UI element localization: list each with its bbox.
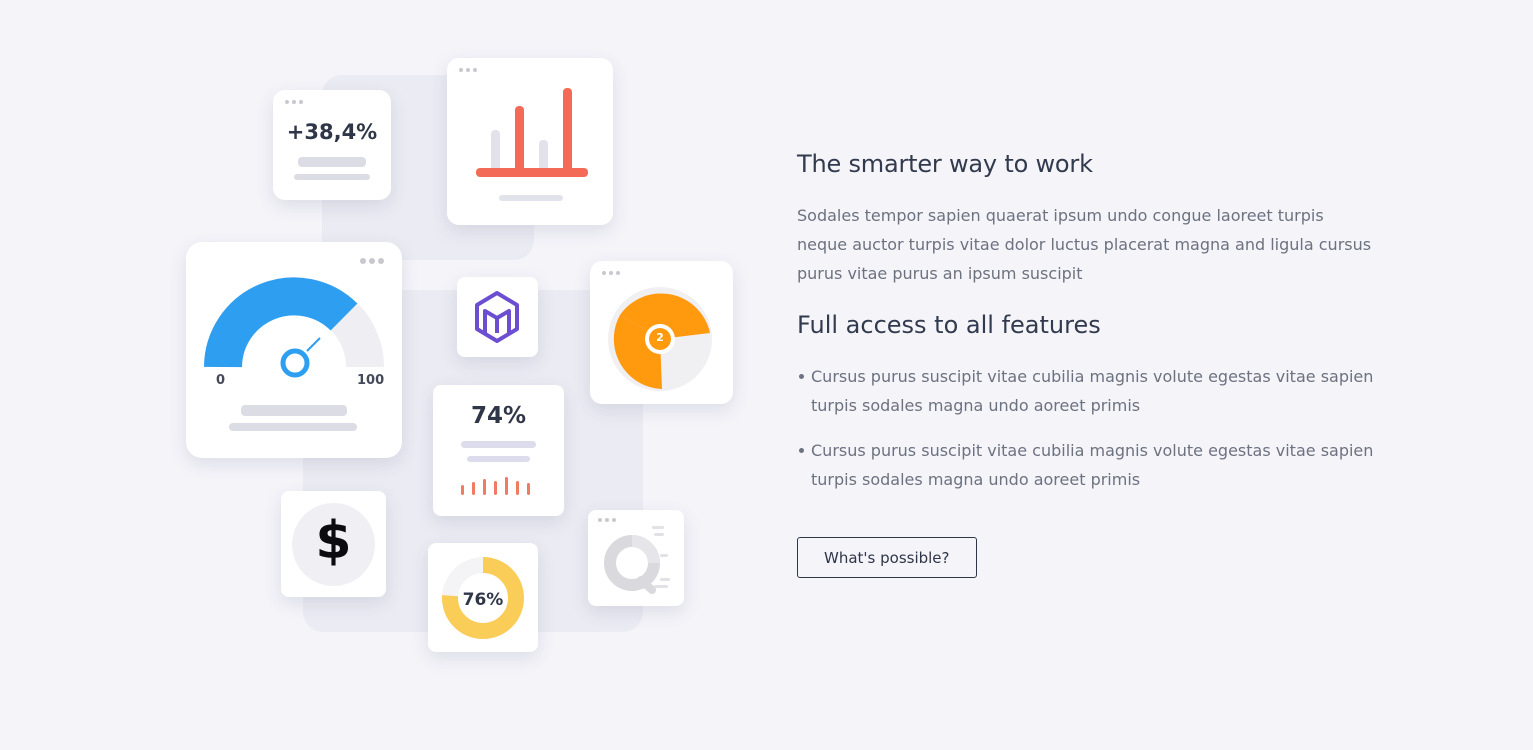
bar-chart-card	[447, 58, 613, 225]
features-heading: Full access to all features	[797, 311, 1101, 339]
intro-paragraph: Sodales tempor sapien quaerat ipsum undo…	[797, 206, 1372, 283]
bar-chart-icon	[476, 88, 588, 201]
list-item: Cursus purus suscipit vitae cubilia magn…	[799, 436, 1377, 494]
currency-card: $	[281, 491, 386, 597]
donut-percent-label: 76%	[462, 590, 504, 610]
cube-logo-icon	[475, 291, 519, 343]
percent-stat-card: 74%	[433, 385, 564, 516]
gauge-max-label: 100	[357, 373, 385, 388]
mini-bars-icon	[461, 477, 530, 495]
pie-chart-card: 2	[590, 261, 733, 404]
placeholder-line	[294, 174, 370, 180]
gauge-min-label: 0	[216, 373, 226, 388]
placeholder-line	[298, 157, 366, 167]
feature-content: The smarter way to work Sodales tempor s…	[797, 150, 1377, 578]
card-menu-dots	[285, 100, 303, 104]
section-heading: The smarter way to work	[797, 150, 1093, 178]
ring-chart-icon	[604, 526, 670, 594]
growth-stat-card: +38,4%	[273, 90, 391, 200]
logo-card	[457, 277, 538, 357]
placeholder-line	[229, 423, 357, 431]
whats-possible-button[interactable]: What's possible?	[797, 537, 977, 578]
list-item: Cursus purus suscipit vitae cubilia magn…	[799, 362, 1377, 420]
pie-badge-label: 2	[656, 331, 664, 344]
dashboard-illustration: +38,4% 0 100 2 74% $ 76%	[0, 0, 760, 750]
growth-stat-value: +38,4%	[286, 120, 378, 144]
currency-symbol: $	[315, 511, 352, 571]
placeholder-line	[241, 405, 347, 416]
donut-chart-card: 76%	[428, 543, 538, 652]
gauge-card: 0 100	[186, 242, 402, 458]
ring-chart-card	[588, 510, 684, 606]
features-list: Cursus purus suscipit vitae cubilia magn…	[797, 362, 1377, 494]
